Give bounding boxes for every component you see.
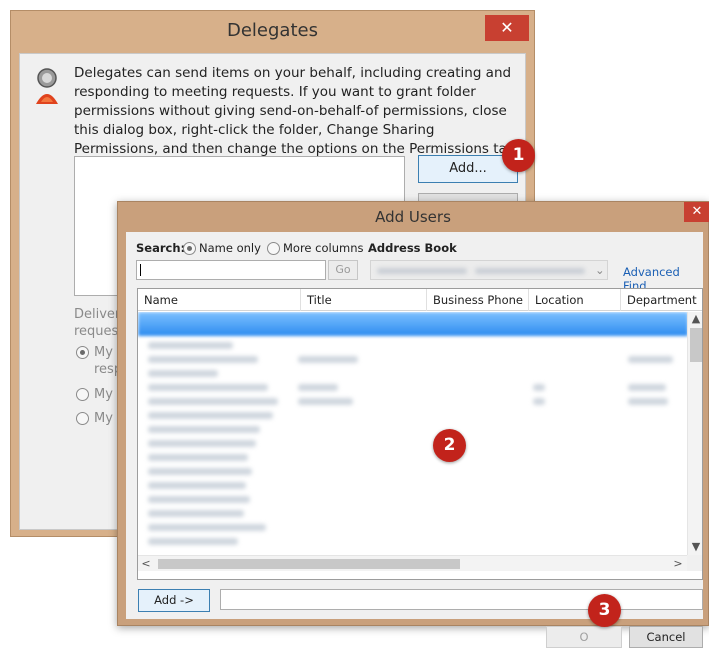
callout-2: 2 [433, 429, 466, 462]
selected-table-row[interactable] [138, 312, 688, 336]
table-row[interactable] [148, 468, 252, 475]
search-label: Search: [136, 241, 186, 255]
table-row[interactable] [148, 510, 244, 517]
table-row-cell [628, 398, 668, 405]
table-row[interactable] [148, 482, 246, 489]
table-row[interactable] [148, 454, 248, 461]
table-row-cell [298, 384, 338, 391]
scroll-left-icon[interactable]: < [138, 557, 154, 571]
deliver-option-2-label: My [94, 387, 113, 402]
name-only-label: Name only [199, 241, 261, 255]
horizontal-scrollbar[interactable]: < > [138, 555, 687, 571]
table-row-cell [533, 384, 545, 391]
column-header-title[interactable]: Title [301, 289, 427, 311]
vertical-scroll-thumb[interactable] [690, 328, 702, 362]
table-row-cell [298, 398, 353, 405]
table-row-cell [628, 356, 673, 363]
table-row-cell [533, 398, 545, 405]
add-users-title: Add Users [375, 208, 451, 226]
table-row[interactable] [148, 496, 250, 503]
table-header: Name Title Business Phone Location Depar… [138, 289, 702, 311]
delegates-title: Delegates [227, 20, 318, 41]
more-columns-label: More columns [283, 241, 364, 255]
table-row[interactable] [148, 370, 218, 377]
chevron-down-icon: ⌄ [595, 263, 605, 277]
table-row[interactable] [148, 342, 233, 349]
horizontal-scroll-thumb[interactable] [158, 559, 460, 569]
selected-users-field[interactable] [220, 589, 703, 610]
table-rows [138, 312, 688, 555]
users-table[interactable]: Name Title Business Phone Location Depar… [137, 288, 703, 580]
column-header-business-phone[interactable]: Business Phone [427, 289, 529, 311]
name-only-radio[interactable] [183, 242, 196, 255]
deliver-option-3-label: My [94, 411, 113, 426]
delegates-close-button[interactable]: ✕ [485, 15, 529, 41]
column-header-name[interactable]: Name [138, 289, 301, 311]
table-row[interactable] [148, 384, 268, 391]
table-row-cell [628, 384, 666, 391]
table-row[interactable] [148, 398, 278, 405]
search-input[interactable] [136, 260, 326, 280]
add-users-client-area: Search: Name only More columns Address B… [126, 232, 703, 648]
deliver-option-2-radio[interactable] [76, 388, 89, 401]
go-button[interactable]: Go [328, 260, 358, 280]
table-row[interactable] [148, 412, 273, 419]
table-row[interactable] [148, 524, 266, 531]
table-row[interactable] [148, 440, 256, 447]
scroll-down-icon[interactable]: ▼ [688, 540, 702, 554]
table-row[interactable] [148, 538, 238, 545]
table-row[interactable] [148, 426, 260, 433]
more-columns-radio[interactable] [267, 242, 280, 255]
ok-button[interactable]: O [546, 626, 622, 648]
add-arrow-button[interactable]: Add -> [138, 589, 210, 612]
scroll-corner [687, 555, 702, 571]
column-header-location[interactable]: Location [529, 289, 621, 311]
table-row[interactable] [148, 356, 258, 363]
delegate-person-icon [36, 68, 58, 104]
deliver-option-1-radio[interactable] [76, 346, 89, 359]
address-book-dropdown[interactable]: ⌄ [370, 260, 608, 280]
callout-3: 3 [588, 594, 621, 627]
callout-1: 1 [502, 139, 535, 172]
cancel-button[interactable]: Cancel [629, 626, 703, 648]
column-header-department[interactable]: Department [621, 289, 702, 311]
add-users-close-button[interactable]: ✕ [684, 202, 709, 222]
deliver-option-3-radio[interactable] [76, 412, 89, 425]
address-book-label: Address Book [368, 241, 457, 255]
table-row-cell [298, 356, 358, 363]
vertical-scrollbar[interactable]: ▲ ▼ [687, 312, 702, 555]
scroll-up-icon[interactable]: ▲ [688, 312, 702, 326]
delegates-description: Delegates can send items on your behalf,… [74, 65, 520, 157]
add-users-window: Add Users ✕ Search: Name only More colum… [117, 201, 709, 648]
scroll-right-icon[interactable]: > [670, 557, 686, 571]
